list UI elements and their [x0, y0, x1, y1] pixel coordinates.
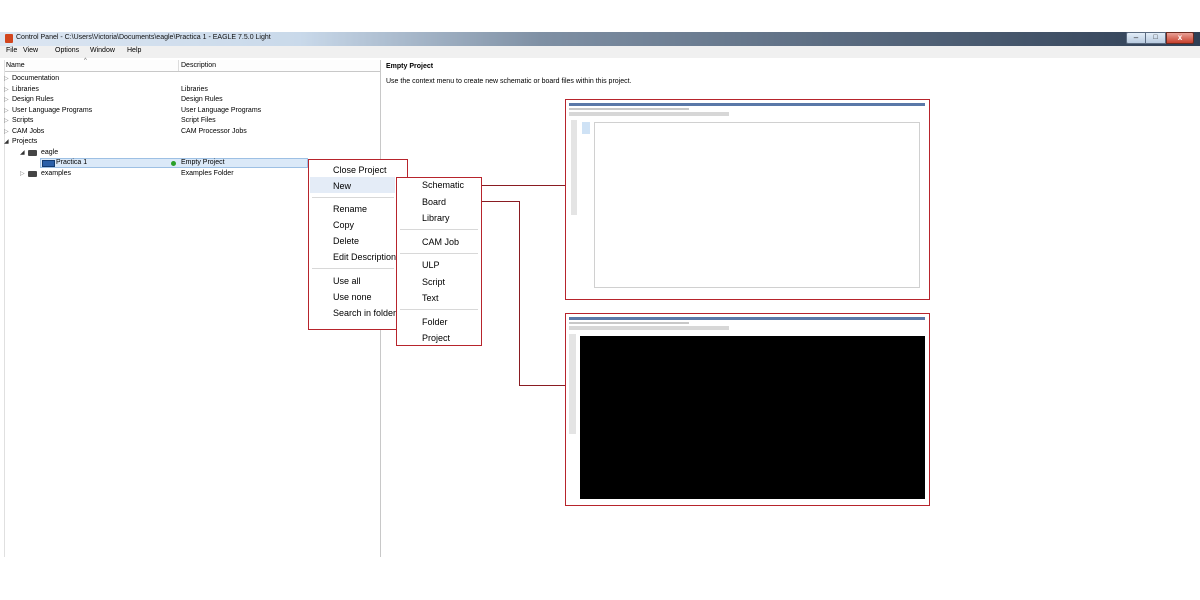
menu-item-hover-highlight	[310, 177, 395, 193]
tree-item-name: User Language Programs	[12, 107, 93, 114]
close-button[interactable]: x	[1166, 32, 1194, 44]
menu-item-delete[interactable]: Delete	[333, 236, 359, 246]
menu-item-copy[interactable]: Copy	[333, 220, 354, 230]
column-header-name[interactable]: Name	[6, 62, 25, 69]
preview-title-bar	[569, 317, 925, 320]
tree-item-name: CAM Jobs	[12, 128, 45, 135]
folder-icon	[28, 150, 37, 156]
connector-line-board	[482, 201, 519, 202]
expand-triangle-icon[interactable]: ▷	[4, 95, 9, 105]
menu-separator	[312, 197, 394, 198]
right-pane-description: Use the context menu to create new schem…	[386, 78, 632, 85]
preview-toolbar	[569, 112, 729, 116]
tree-item-description: CAM Processor Jobs	[181, 128, 247, 135]
menu-item-rename[interactable]: Rename	[333, 204, 367, 214]
menu-item-new[interactable]: New	[333, 181, 351, 191]
tree-item-name: examples	[41, 170, 71, 177]
submenu-item-project[interactable]: Project	[422, 333, 450, 343]
eagle-app-icon	[5, 34, 13, 43]
expand-triangle-icon[interactable]: ▷	[4, 85, 9, 95]
connector-line-board	[519, 385, 565, 386]
tree-item-description: Empty Project	[181, 159, 225, 166]
submenu-item-board[interactable]: Board	[422, 197, 446, 207]
menu-item-close-project[interactable]: Close Project	[333, 165, 387, 175]
tree-item-name: Documentation	[12, 75, 60, 82]
expand-triangle-icon[interactable]: ▷	[20, 169, 25, 179]
connector-line-schematic	[482, 185, 565, 186]
schematic-editor-preview	[565, 99, 930, 300]
preview-schematic-canvas	[594, 122, 920, 288]
menu-item-search-in-folder[interactable]: Search in folder	[333, 308, 396, 318]
submenu-item-text[interactable]: Text	[422, 293, 439, 303]
tree-item-name: Projects	[12, 138, 38, 145]
maximize-button[interactable]: □	[1146, 32, 1166, 44]
preview-menu-bar	[569, 322, 689, 324]
window-title: Control Panel - C:\Users\Victoria\Docume…	[16, 34, 271, 41]
folder-icon	[28, 171, 37, 177]
menu-separator	[400, 309, 478, 310]
tree-column-header: Name ^ Description	[4, 58, 380, 72]
tree-item-name: Scripts	[12, 117, 34, 124]
submenu-item-cam-job[interactable]: CAM Job	[422, 237, 459, 247]
submenu-item-schematic[interactable]: Schematic	[422, 180, 464, 190]
tree-item-name: Practica 1	[56, 159, 88, 166]
window-title-bar[interactable]: Control Panel - C:\Users\Victoria\Docume…	[0, 32, 1200, 46]
menu-separator	[400, 253, 478, 254]
column-header-description[interactable]: Description	[181, 62, 216, 69]
sort-ascending-icon: ^	[84, 58, 87, 64]
board-editor-preview	[565, 313, 930, 506]
tree-item-description: User Language Programs	[181, 107, 262, 114]
menu-view[interactable]: View	[23, 47, 38, 54]
column-divider[interactable]	[178, 60, 179, 71]
project-open-status-icon	[171, 161, 176, 166]
tree-item-description: Script Files	[181, 117, 216, 124]
preview-title-bar	[569, 103, 925, 106]
right-pane-title: Empty Project	[386, 63, 434, 70]
submenu-item-folder[interactable]: Folder	[422, 317, 448, 327]
collapse-triangle-icon[interactable]: ◢	[20, 148, 25, 158]
tree-item-name: Libraries	[12, 86, 39, 93]
project-icon	[42, 160, 55, 167]
tree-item-description: Libraries	[181, 86, 208, 93]
preview-sheet-panel	[582, 122, 590, 134]
expand-triangle-icon[interactable]: ▷	[4, 116, 9, 126]
tree-item-description: Examples Folder	[181, 170, 234, 177]
tree-item-name: Design Rules	[12, 96, 54, 103]
menu-separator	[312, 268, 394, 269]
submenu-item-ulp[interactable]: ULP	[422, 260, 440, 270]
tree-item-name: eagle	[41, 149, 59, 156]
menu-window[interactable]: Window	[90, 47, 115, 54]
connector-line-board	[519, 201, 520, 386]
expand-triangle-icon[interactable]: ▷	[4, 74, 9, 84]
menu-bar: File View Options Window Help	[0, 46, 1200, 58]
submenu-item-script[interactable]: Script	[422, 277, 445, 287]
minimize-button[interactable]: –	[1126, 32, 1146, 44]
preview-board-canvas	[580, 336, 925, 499]
preview-toolbar	[569, 326, 729, 330]
preview-side-toolbar	[569, 334, 576, 434]
menu-item-use-none[interactable]: Use none	[333, 292, 372, 302]
expand-triangle-icon[interactable]: ▷	[4, 106, 9, 116]
expand-triangle-icon[interactable]: ▷	[4, 127, 9, 137]
collapse-triangle-icon[interactable]: ◢	[4, 137, 9, 147]
tree-item-description: Design Rules	[181, 96, 223, 103]
menu-item-edit-description[interactable]: Edit Description	[333, 252, 396, 262]
menu-item-use-all[interactable]: Use all	[333, 276, 361, 286]
menu-help[interactable]: Help	[127, 47, 141, 54]
menu-separator	[400, 229, 478, 230]
submenu-item-library[interactable]: Library	[422, 213, 450, 223]
menu-options[interactable]: Options	[55, 47, 79, 54]
preview-side-toolbar	[571, 120, 577, 215]
menu-file[interactable]: File	[6, 47, 17, 54]
preview-menu-bar	[569, 108, 689, 110]
